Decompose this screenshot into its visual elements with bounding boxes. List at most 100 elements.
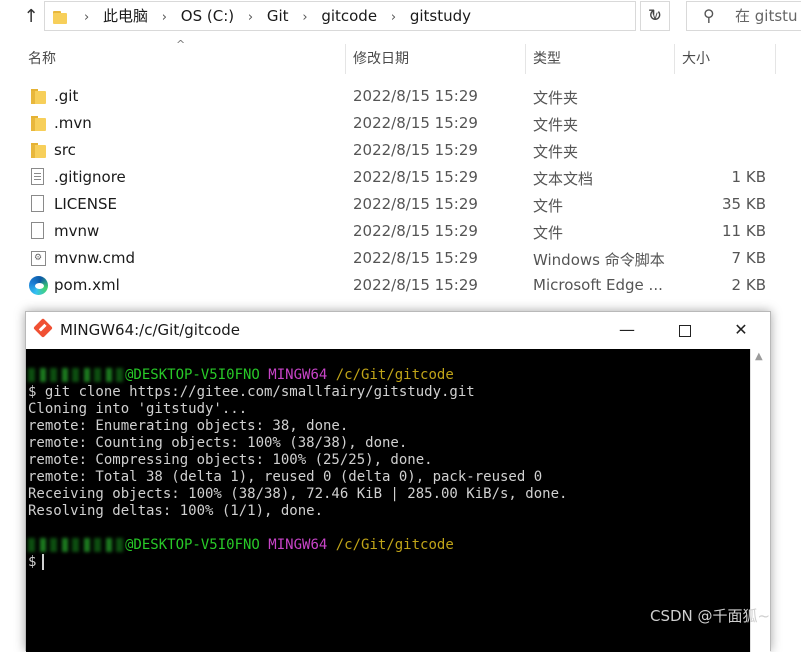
file-type: 文件夹	[533, 89, 579, 107]
file-name: .mvn	[54, 114, 92, 132]
file-date: 2022/8/15 15:29	[353, 276, 478, 294]
column-header-name[interactable]: 名称	[28, 42, 56, 74]
file-date: 2022/8/15 15:29	[353, 87, 478, 105]
minimize-button[interactable]: —	[598, 312, 656, 348]
terminal-line: $ git clone https://gitee.com/smallfairy…	[28, 384, 475, 400]
file-row[interactable]: src 2022/8/15 15:29 文件夹	[0, 137, 801, 164]
file-type: 文件	[533, 197, 564, 215]
chevron-right-icon[interactable]: ›	[162, 4, 167, 32]
file-row[interactable]: .git 2022/8/15 15:29 文件夹	[0, 83, 801, 110]
prompt-line: @DESKTOP-V5I0FNO MINGW64 /c/Git/gitcode	[28, 537, 454, 554]
prompt-host: @DESKTOP-V5I0FNO	[125, 367, 260, 383]
folder-icon	[29, 141, 47, 160]
prompt-path: /c/Git/gitcode	[335, 537, 454, 553]
file-row[interactable]: .mvn 2022/8/15 15:29 文件夹	[0, 110, 801, 137]
search-icon: ⚲	[703, 6, 715, 25]
file-size: 1 KB	[731, 168, 766, 186]
file-type: 文件	[533, 224, 564, 242]
file-icon	[31, 195, 44, 212]
file-name: src	[54, 141, 76, 159]
folder-icon	[29, 87, 47, 106]
file-type: 文件夹	[533, 143, 579, 161]
file-date: 2022/8/15 15:29	[353, 114, 478, 132]
terminal-title: MINGW64:/c/Git/gitcode	[60, 321, 241, 339]
watermark: CSDN @千面狐~	[650, 607, 771, 625]
chevron-right-icon[interactable]: ›	[302, 4, 307, 32]
file-icon	[31, 222, 44, 239]
address-bar: ↑ › 此电脑 › OS (C:) › Git › gitcode › gits…	[0, 0, 801, 32]
file-row[interactable]: mvnw 2022/8/15 15:29 文件 11 KB	[0, 218, 801, 245]
prompt-line: @DESKTOP-V5I0FNO MINGW64 /c/Git/gitcode	[28, 367, 454, 384]
cmd-file-icon: ⚙	[31, 251, 46, 266]
terminal-line: remote: Counting objects: 100% (38/38), …	[28, 435, 408, 451]
breadcrumb-item-gitstudy[interactable]: gitstudy	[410, 7, 471, 25]
scroll-up-icon[interactable]: ▲	[755, 351, 763, 362]
folder-icon	[53, 9, 67, 25]
edge-icon	[29, 276, 48, 295]
chevron-right-icon[interactable]: ›	[84, 4, 89, 32]
column-header-date[interactable]: 修改日期	[353, 42, 409, 74]
search-placeholder: 在 gitstu	[735, 7, 798, 25]
breadcrumb: › 此电脑 › OS (C:) › Git › gitcode › gitstu…	[75, 2, 471, 30]
redacted-username	[28, 368, 125, 382]
file-name: mvnw.cmd	[54, 249, 136, 267]
breadcrumb-item-this-pc[interactable]: 此电脑	[103, 7, 148, 25]
file-type: 文本文档	[533, 170, 594, 188]
file-row[interactable]: LICENSE 2022/8/15 15:29 文件 35 KB	[0, 191, 801, 218]
prompt-path: /c/Git/gitcode	[335, 367, 454, 383]
column-divider[interactable]	[345, 44, 346, 74]
file-row[interactable]: pom.xml 2022/8/15 15:29 Microsoft Edge .…	[0, 272, 801, 299]
file-row[interactable]: .gitignore 2022/8/15 15:29 文本文档 1 KB	[0, 164, 801, 191]
file-type: 文件夹	[533, 116, 579, 134]
close-button[interactable]: ✕	[712, 312, 770, 348]
breadcrumb-item-c-drive[interactable]: OS (C:)	[181, 7, 234, 25]
terminal-line: Cloning into 'gitstudy'...	[28, 401, 248, 417]
column-header-type[interactable]: 类型	[533, 42, 561, 74]
maximize-button[interactable]	[656, 312, 714, 348]
column-divider[interactable]	[674, 44, 675, 74]
file-name: .git	[54, 87, 79, 105]
column-divider[interactable]	[775, 44, 776, 74]
text-cursor	[42, 554, 45, 570]
terminal-line: remote: Compressing objects: 100% (25/25…	[28, 452, 433, 468]
file-size: 2 KB	[731, 276, 766, 294]
up-arrow-icon[interactable]: ↑	[20, 6, 42, 28]
file-name: .gitignore	[54, 168, 126, 186]
chevron-right-icon[interactable]: ›	[248, 4, 253, 32]
breadcrumb-item-gitcode[interactable]: gitcode	[321, 7, 377, 25]
text-file-icon	[31, 168, 44, 185]
git-icon	[33, 318, 53, 338]
column-headers: ^ 名称 修改日期 类型 大小	[0, 38, 801, 74]
breadcrumb-item-git[interactable]: Git	[267, 7, 289, 25]
terminal-console[interactable]: @DESKTOP-V5I0FNO MINGW64 /c/Git/gitcode …	[26, 349, 750, 652]
maximize-icon	[679, 324, 691, 337]
input-line[interactable]: $	[28, 554, 45, 571]
file-date: 2022/8/15 15:29	[353, 249, 478, 267]
address-box[interactable]: › 此电脑 › OS (C:) › Git › gitcode › gitstu…	[44, 1, 659, 31]
redacted-username	[28, 538, 125, 552]
file-date: 2022/8/15 15:29	[353, 195, 478, 213]
column-divider[interactable]	[525, 44, 526, 74]
chevron-right-icon[interactable]: ›	[391, 4, 396, 32]
file-date: 2022/8/15 15:29	[353, 141, 478, 159]
terminal-window: MINGW64:/c/Git/gitcode — ✕ @DESKTOP-V5I0…	[25, 311, 771, 652]
terminal-line: remote: Enumerating objects: 38, done.	[28, 418, 349, 434]
file-type: Microsoft Edge ...	[533, 276, 663, 294]
folder-icon	[29, 114, 47, 133]
search-input[interactable]: ⚲ 在 gitstu	[686, 1, 801, 31]
file-row[interactable]: ⚙ mvnw.cmd 2022/8/15 15:29 Windows 命令脚本 …	[0, 245, 801, 272]
prompt-host: @DESKTOP-V5I0FNO	[125, 537, 260, 553]
prompt-env: MINGW64	[268, 367, 328, 383]
terminal-line: Resolving deltas: 100% (1/1), done.	[28, 503, 324, 519]
file-name: LICENSE	[54, 195, 117, 213]
terminal-line: Receiving objects: 100% (38/38), 72.46 K…	[28, 486, 568, 502]
column-header-size[interactable]: 大小	[682, 42, 710, 74]
prompt-env: MINGW64	[268, 537, 328, 553]
file-type: Windows 命令脚本	[533, 251, 665, 269]
file-date: 2022/8/15 15:29	[353, 222, 478, 240]
terminal-line: remote: Total 38 (delta 1), reused 0 (de…	[28, 469, 543, 485]
file-size: 11 KB	[722, 222, 766, 240]
file-size: 35 KB	[722, 195, 766, 213]
refresh-button[interactable]: ↻	[640, 1, 670, 31]
terminal-titlebar[interactable]: MINGW64:/c/Git/gitcode — ✕	[26, 312, 770, 348]
